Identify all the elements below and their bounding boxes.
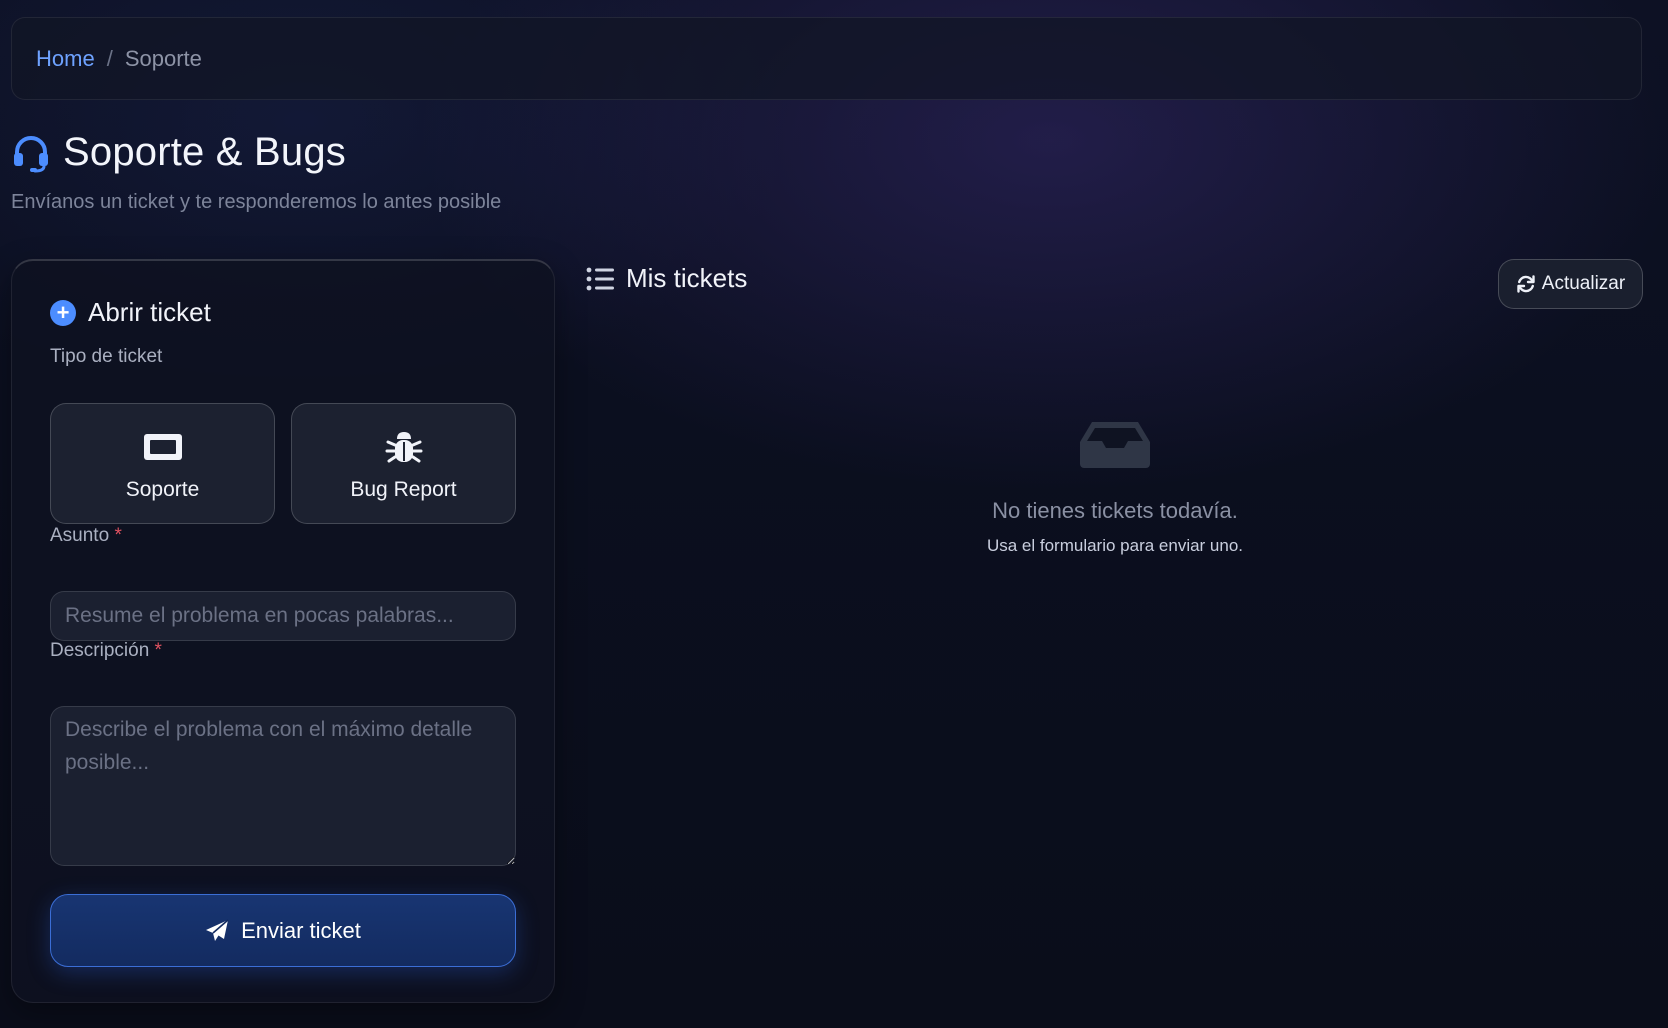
open-ticket-heading: + Abrir ticket [50, 297, 211, 328]
ticket-type-label: Tipo de ticket [50, 346, 163, 367]
empty-hint: Usa el formulario para enviar uno. [986, 536, 1244, 555]
breadcrumb: Home / Soporte [11, 17, 1642, 100]
open-ticket-card: + Abrir ticket Tipo de ticket Soporte Bu… [11, 259, 555, 1003]
paper-plane-icon [206, 918, 229, 941]
description-label-text: Descripción [50, 640, 150, 661]
empty-title: No tienes tickets todavía. [992, 498, 1238, 523]
subject-input[interactable] [50, 591, 516, 641]
headset-icon [14, 135, 48, 172]
plus-circle-icon: + [50, 299, 76, 326]
required-mark: * [114, 525, 122, 546]
ticket-type-bug-label: Bug Report [350, 477, 457, 501]
tickets-empty-state: No tienes tickets todavía. Usa el formul… [860, 420, 1370, 556]
breadcrumb-current: Soporte [124, 45, 202, 71]
my-tickets-heading: Mis tickets [586, 263, 747, 294]
page-header: Soporte & Bugs Envíanos un ticket y te r… [11, 130, 501, 214]
required-mark: * [154, 640, 162, 661]
breadcrumb-separator: / [106, 45, 113, 71]
submit-ticket-label: Enviar ticket [241, 917, 361, 943]
description-label: Descripción * [50, 640, 162, 662]
list-icon [586, 267, 614, 290]
submit-ticket-button[interactable]: Enviar ticket [50, 894, 516, 967]
subject-label-text: Asunto [50, 525, 110, 546]
description-textarea[interactable] [50, 706, 516, 866]
ticket-type-support-label: Soporte [125, 477, 200, 501]
refresh-button[interactable]: Actualizar [1498, 259, 1643, 309]
ticket-type-bug-button[interactable]: Bug Report [291, 403, 516, 524]
bug-icon [385, 431, 422, 462]
breadcrumb-home-link[interactable]: Home [36, 46, 95, 72]
refresh-icon [1517, 275, 1535, 293]
page-subtitle: Envíanos un ticket y te responderemos lo… [11, 191, 502, 213]
subject-label: Asunto * [50, 525, 122, 547]
my-tickets-title: Mis tickets [626, 263, 748, 293]
inbox-icon [1080, 422, 1150, 468]
open-ticket-title: Abrir ticket [88, 297, 211, 327]
ticket-type-support-button[interactable]: Soporte [50, 403, 275, 524]
page-title: Soporte & Bugs [63, 130, 346, 174]
ticket-icon [143, 433, 182, 460]
refresh-label: Actualizar [1541, 273, 1626, 294]
